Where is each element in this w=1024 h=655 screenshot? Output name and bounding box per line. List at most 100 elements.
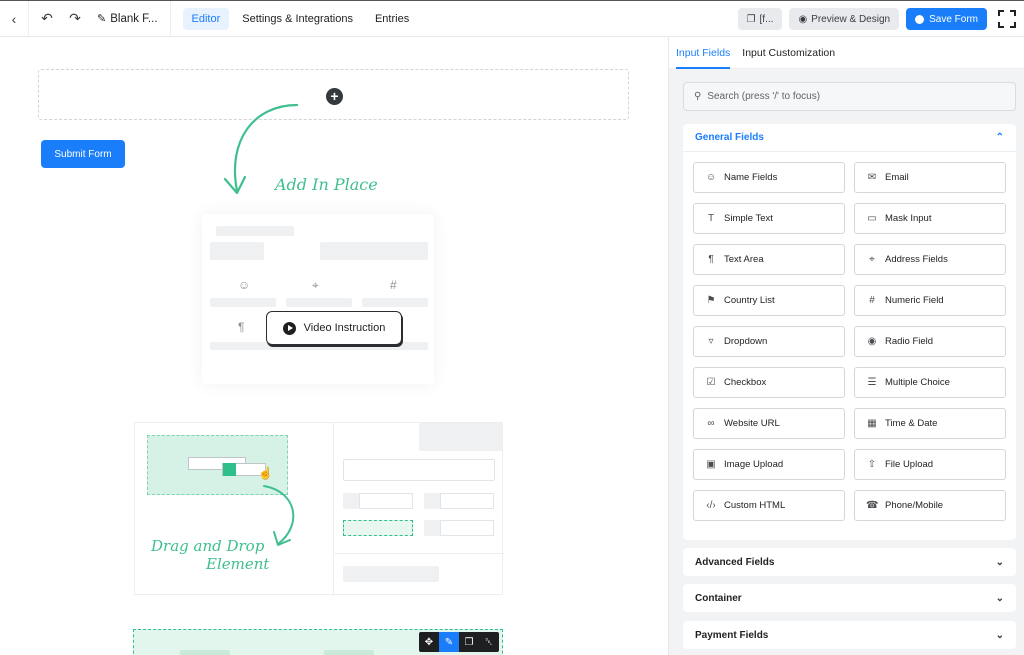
container-panel[interactable]: Container ⌄: [683, 584, 1016, 612]
field-label: Address Fields: [885, 254, 948, 265]
field-label: Radio Field: [885, 336, 934, 347]
text-icon: T: [707, 213, 715, 224]
field-button[interactable]: # Numeric Field: [854, 285, 1006, 316]
field-button[interactable]: ⌖ Address Fields: [854, 244, 1006, 275]
back-chevron-icon[interactable]: ‹: [0, 1, 28, 37]
general-fields-panel: General Fields ⌃ ☺ Name Fields ✉ Email T Simp…: [683, 124, 1016, 540]
field-label: Website URL: [724, 418, 780, 429]
field-label: Multiple Choice: [885, 377, 950, 388]
container-header[interactable]: Container ⌄: [683, 584, 1016, 612]
search-icon: ⚲: [694, 91, 702, 102]
field-label: Name Fields: [724, 172, 778, 183]
general-fields-header[interactable]: General Fields ⌃: [683, 124, 1016, 152]
image-icon: ▣: [706, 459, 716, 470]
field-button[interactable]: ✉ Email: [854, 162, 1006, 193]
field-button[interactable]: ◉ Radio Field: [854, 326, 1006, 357]
curved-arrow-icon: [263, 485, 295, 546]
advanced-fields-panel[interactable]: Advanced Fields ⌄: [683, 548, 1016, 576]
save-form-button[interactable]: Save Form: [906, 8, 987, 30]
field-button[interactable]: ¶ Text Area: [693, 244, 845, 275]
hash-icon: #: [390, 278, 397, 292]
paragraph-icon: ¶: [238, 320, 245, 334]
envelope-icon: ✉: [867, 172, 877, 183]
drag-drop-label-element: Element: [206, 555, 270, 573]
top-actions: ❐ [f... ◉ Preview & Design Save Form: [737, 1, 1024, 37]
paragraph-icon: ¶: [708, 254, 714, 265]
container-title: Container: [695, 592, 742, 604]
tab-editor[interactable]: Editor: [182, 7, 230, 30]
phone-icon: ☎: [866, 500, 879, 511]
play-icon: [282, 321, 296, 335]
field-label: Numeric Field: [885, 295, 944, 306]
field-label: Simple Text: [724, 213, 773, 224]
field-label: File Upload: [885, 459, 934, 470]
move-icon[interactable]: ✥: [419, 632, 439, 652]
form-canvas: + Submit Form Add In Place ☺ ⌖ # ¶ Video…: [0, 37, 668, 655]
add-plus-icon[interactable]: +: [326, 88, 343, 105]
location-pin-icon: ⌖: [312, 278, 319, 292]
undo-icon[interactable]: ↶: [33, 1, 61, 37]
field-label: Image Upload: [724, 459, 784, 470]
field-button[interactable]: ‹/› Custom HTML: [693, 490, 845, 521]
empty-drop-zone[interactable]: +: [38, 69, 629, 120]
add-in-place-label: Add In Place: [275, 175, 378, 194]
field-label: Time & Date: [885, 418, 938, 429]
tab-input-fields[interactable]: Input Fields: [676, 37, 731, 69]
field-button[interactable]: ▿ Dropdown: [693, 326, 845, 357]
flag-icon: ⚑: [706, 295, 716, 306]
field-label: Country List: [724, 295, 775, 306]
tab-settings-integrations[interactable]: Settings & Integrations: [233, 8, 362, 30]
eye-icon: ◉: [798, 13, 808, 25]
fullscreen-icon[interactable]: [998, 10, 1016, 28]
tab-input-customization[interactable]: Input Customization: [742, 37, 835, 69]
field-button[interactable]: ▭ Mask Input: [854, 203, 1006, 234]
trash-icon[interactable]: ␡: [479, 632, 499, 652]
field-button[interactable]: ☎ Phone/Mobile: [854, 490, 1006, 521]
payment-fields-panel[interactable]: Payment Fields ⌄: [683, 621, 1016, 649]
field-button[interactable]: ▣ Image Upload: [693, 449, 845, 480]
hash-icon: #: [869, 295, 875, 306]
edit-icon[interactable]: ✎: [439, 632, 459, 652]
field-button[interactable]: ☑ Checkbox: [693, 367, 845, 398]
field-button[interactable]: ⇧ File Upload: [854, 449, 1006, 480]
calendar-icon: ▦: [867, 418, 877, 429]
chevron-down-icon: ⌄: [995, 629, 1004, 641]
field-button[interactable]: ▦ Time & Date: [854, 408, 1006, 439]
field-button[interactable]: ☺ Name Fields: [693, 162, 845, 193]
shortcode-button[interactable]: ❐ [f...: [737, 8, 783, 30]
main-tabs: Editor Settings & Integrations Entries: [182, 7, 419, 30]
field-button[interactable]: ⚑ Country List: [693, 285, 845, 316]
field-label: Mask Input: [885, 213, 932, 224]
redo-icon[interactable]: ↷: [61, 1, 89, 37]
form-name-label: Blank F...: [110, 12, 158, 25]
advanced-fields-header[interactable]: Advanced Fields ⌄: [683, 548, 1016, 576]
video-instruction-button[interactable]: Video Instruction: [266, 311, 402, 345]
form-title[interactable]: ✎ Blank F...: [89, 1, 170, 37]
field-search-input[interactable]: [707, 91, 998, 102]
field-button[interactable]: ☰ Multiple Choice: [854, 367, 1006, 398]
field-label: Checkbox: [724, 377, 767, 388]
tab-entries[interactable]: Entries: [366, 8, 418, 30]
add-in-place-illustration: ☺ ⌖ # ¶: [202, 214, 434, 384]
save-label: Save Form: [929, 13, 978, 25]
user-icon: ☺: [238, 278, 251, 292]
field-label: Dropdown: [724, 336, 768, 347]
preview-design-button[interactable]: ◉ Preview & Design: [789, 8, 900, 30]
chevron-up-icon: ⌃: [995, 132, 1004, 143]
payment-fields-title: Payment Fields: [695, 629, 769, 641]
hand-cursor-icon: ☝: [258, 466, 273, 480]
submit-form-button[interactable]: Submit Form: [41, 140, 125, 168]
radio-icon: ◉: [867, 336, 877, 347]
location-pin-icon: ⌖: [869, 254, 875, 265]
checkbox-icon: ☑: [706, 377, 716, 388]
field-button[interactable]: T Simple Text: [693, 203, 845, 234]
code-icon: ‹/›: [706, 500, 716, 511]
field-search: ⚲: [683, 82, 1016, 111]
field-label: Email: [885, 172, 909, 183]
field-button[interactable]: ∞ Website URL: [693, 408, 845, 439]
copy-icon: ❐: [746, 13, 756, 25]
duplicate-icon[interactable]: ❐: [459, 632, 479, 652]
field-grid: ☺ Name Fields ✉ Email T Simple Text ▭ Mask Inpu…: [683, 152, 1016, 521]
payment-fields-header[interactable]: Payment Fields ⌄: [683, 621, 1016, 649]
block-toolbar: ✥ ✎ ❐ ␡: [419, 632, 499, 652]
